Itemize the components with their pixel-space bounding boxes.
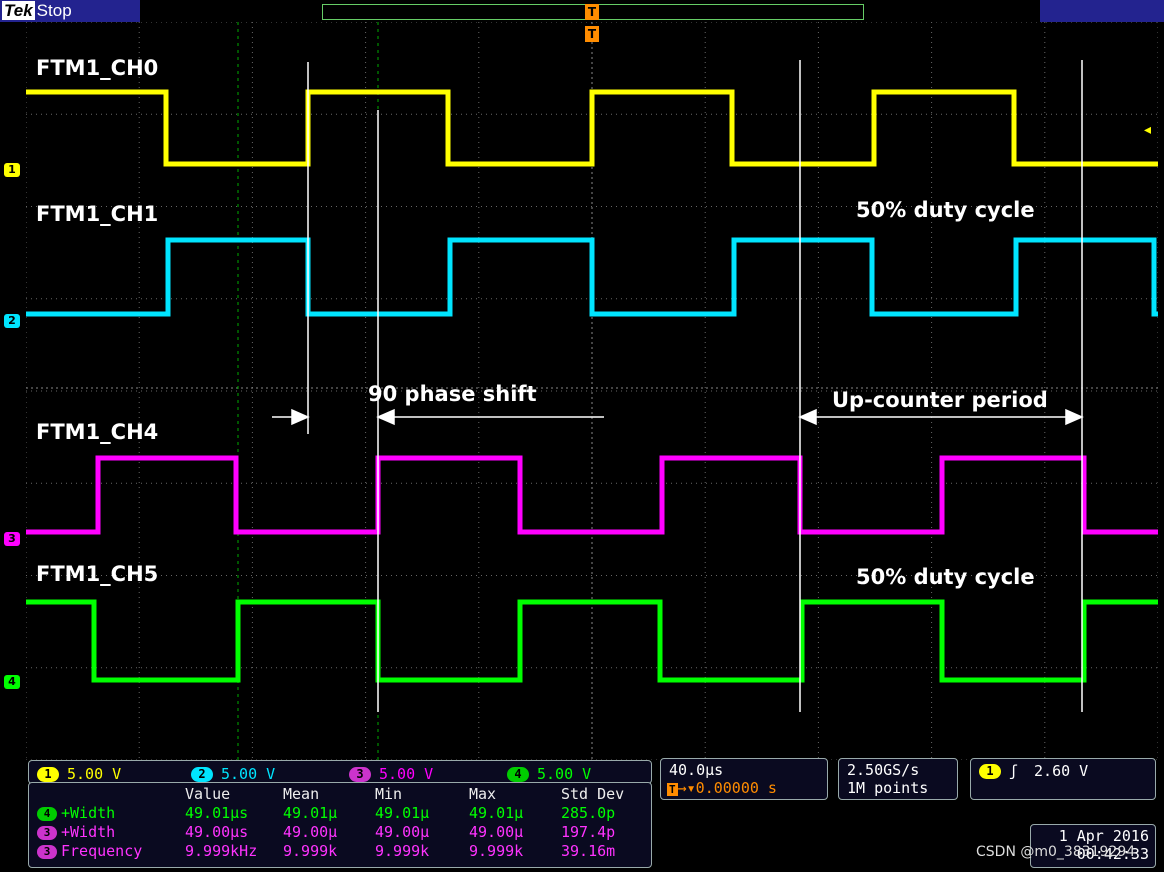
phase-arrowhead-left <box>291 408 310 426</box>
channel-label-ch0: FTM1_CH0 <box>36 56 159 80</box>
channel-label-ch1: FTM1_CH1 <box>36 202 159 226</box>
horizontal-panel[interactable]: 40.0µs T →▾0.00000 s <box>660 758 828 800</box>
channel-label-ch5: FTM1_CH5 <box>36 562 159 586</box>
ch1-scale[interactable]: 1 5.00 V <box>37 765 121 783</box>
channel-label-ch4: FTM1_CH4 <box>36 420 159 444</box>
ch4-trace <box>26 455 1158 535</box>
ch2-scale[interactable]: 2 5.00 V <box>191 765 275 783</box>
period-arrowhead-left <box>798 408 817 426</box>
trigger-source-chip: 1 <box>979 764 1001 779</box>
acquisition-panel[interactable]: 2.50GS/s 1M points <box>838 758 958 800</box>
duty-cycle-label-bottom: 50% duty cycle <box>856 565 1035 589</box>
measurement-header-row: Value Mean Min Max Std Dev <box>185 785 625 803</box>
ch1-trace <box>26 237 1158 317</box>
measurement-row[interactable]: 4 +Width 49.01µs 49.01µ 49.01µ 49.01µ 285… <box>37 804 632 823</box>
brand-status: Tek Stop <box>0 0 72 22</box>
acquisition-status: Stop <box>36 1 72 20</box>
duty-cycle-label-top: 50% duty cycle <box>856 198 1035 222</box>
phase-shift-label: 90 phase shift <box>368 382 537 406</box>
time-per-div: 40.0µs <box>669 761 724 779</box>
ch2-ground-marker[interactable]: 2 <box>4 314 20 328</box>
horizontal-position: T →▾0.00000 s <box>667 779 777 797</box>
sample-rate: 2.50GS/s <box>847 761 920 779</box>
trigger-slope-icon: ʃ <box>1009 762 1019 780</box>
ch4-ground-marker[interactable]: 4 <box>4 675 20 689</box>
watermark: CSDN @m0_38319294 <box>976 844 1136 860</box>
ch1-ground-marker[interactable]: 1 <box>4 163 20 177</box>
phase-arrowhead-right <box>376 408 395 426</box>
ch3-scale[interactable]: 3 5.00 V <box>349 765 433 783</box>
date: 1 Apr 2016 <box>1058 827 1149 845</box>
ch4-scale[interactable]: 4 5.00 V <box>507 765 591 783</box>
vertical-scale-bar: 1 5.00 V 2 5.00 V 3 5.00 V 4 5.00 V <box>28 760 652 784</box>
trigger-icon: T <box>667 783 678 796</box>
trigger-position-marker[interactable]: T T <box>585 4 599 44</box>
trigger-level-arrow[interactable]: ◂ <box>1144 122 1151 138</box>
period-label: Up-counter period <box>832 388 1048 412</box>
trigger-level: 2.60 V <box>1034 762 1089 780</box>
period-arrowhead-right <box>1065 408 1084 426</box>
waveform-traces <box>26 89 1158 683</box>
ch3-ground-marker[interactable]: 3 <box>4 532 20 546</box>
measurement-panel: Value Mean Min Max Std Dev 4 +Width 49.01… <box>28 782 652 868</box>
ch0-trace <box>26 89 1158 167</box>
trigger-panel[interactable]: 1 ʃ 2.60 V <box>970 758 1156 800</box>
tek-logo: Tek <box>2 1 35 20</box>
measurement-row[interactable]: 3 +Width 49.00µs 49.00µ 49.00µ 49.00µ 197… <box>37 823 632 842</box>
measurement-row[interactable]: 3 Frequency 9.999kHz 9.999k 9.999k 9.999k… <box>37 842 632 861</box>
record-length: 1M points <box>847 779 929 797</box>
